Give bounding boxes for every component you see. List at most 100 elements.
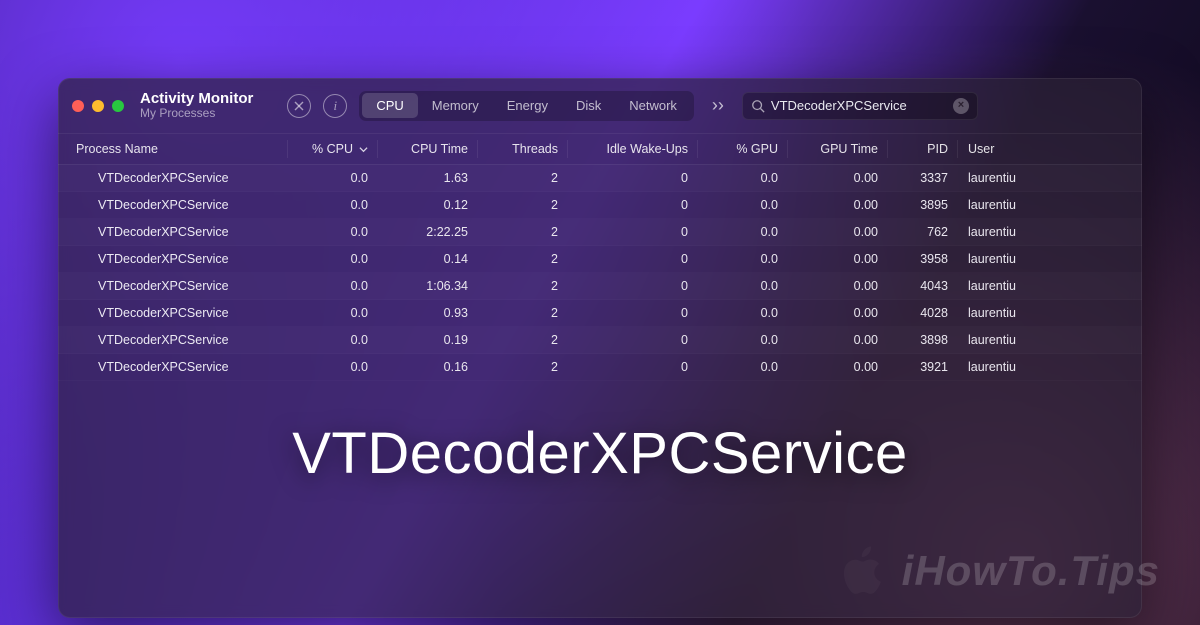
col-gpu-percent[interactable]: % GPU [698,134,788,165]
cell-name: VTDecoderXPCService [58,327,288,354]
cell-gputime: 0.00 [788,273,888,300]
table-row[interactable]: VTDecoderXPCService0.01:06.34200.00.0040… [58,273,1142,300]
cell-gpu: 0.0 [698,273,788,300]
search-icon [751,99,765,113]
cell-name: VTDecoderXPCService [58,300,288,327]
cell-idle: 0 [568,273,698,300]
cell-user: laurentiu [958,354,1142,381]
cell-cpu: 0.0 [288,246,378,273]
search-field[interactable]: × [742,92,978,120]
cell-user: laurentiu [958,192,1142,219]
cell-cpu: 0.0 [288,219,378,246]
cell-pid: 4028 [888,300,958,327]
resource-tabs: CPU Memory Energy Disk Network [359,91,694,121]
table-row[interactable]: VTDecoderXPCService0.00.19200.00.003898l… [58,327,1142,354]
cell-idle: 0 [568,192,698,219]
col-cpu-percent[interactable]: % CPU [288,134,378,165]
cell-cputime: 0.93 [378,300,478,327]
process-table: Process Name % CPU CPU Time Threads Idle… [58,134,1142,381]
cell-threads: 2 [478,273,568,300]
cell-cputime: 2:22.25 [378,219,478,246]
table-row[interactable]: VTDecoderXPCService0.00.16200.00.003921l… [58,354,1142,381]
cell-threads: 2 [478,354,568,381]
clear-search-button[interactable]: × [953,98,969,114]
window-subtitle: My Processes [140,107,253,121]
col-cpu-time[interactable]: CPU Time [378,134,478,165]
tab-network[interactable]: Network [615,93,691,118]
desktop-background: Activity Monitor My Processes i CPU Memo… [0,0,1200,625]
cell-cputime: 1:06.34 [378,273,478,300]
tab-disk[interactable]: Disk [562,93,615,118]
window-toolbar: Activity Monitor My Processes i CPU Memo… [58,78,1142,134]
cell-gpu: 0.0 [698,246,788,273]
cell-name: VTDecoderXPCService [58,273,288,300]
more-tabs-button[interactable]: ›› [706,95,730,116]
cell-cpu: 0.0 [288,327,378,354]
minimize-window-button[interactable] [92,100,104,112]
cell-gpu: 0.0 [698,192,788,219]
cell-idle: 0 [568,300,698,327]
cell-cpu: 0.0 [288,354,378,381]
table-row[interactable]: VTDecoderXPCService0.00.12200.00.003895l… [58,192,1142,219]
cell-idle: 0 [568,327,698,354]
close-window-button[interactable] [72,100,84,112]
cell-cputime: 0.12 [378,192,478,219]
chevron-down-icon [359,145,368,154]
tab-memory[interactable]: Memory [418,93,493,118]
table-row[interactable]: VTDecoderXPCService0.00.93200.00.004028l… [58,300,1142,327]
cell-user: laurentiu [958,219,1142,246]
cell-threads: 2 [478,219,568,246]
cell-idle: 0 [568,354,698,381]
table-header-row: Process Name % CPU CPU Time Threads Idle… [58,134,1142,165]
cell-cputime: 0.19 [378,327,478,354]
window-title-block: Activity Monitor My Processes [140,90,253,121]
col-user[interactable]: User [958,134,1142,165]
cell-cpu: 0.0 [288,192,378,219]
stop-process-button[interactable] [287,94,311,118]
cell-user: laurentiu [958,165,1142,192]
apple-logo-icon [836,543,892,599]
cell-gputime: 0.00 [788,165,888,192]
tab-cpu[interactable]: CPU [362,93,417,118]
cell-cputime: 0.16 [378,354,478,381]
table-row[interactable]: VTDecoderXPCService0.00.14200.00.003958l… [58,246,1142,273]
window-title: Activity Monitor [140,90,253,107]
cell-gpu: 0.0 [698,300,788,327]
cell-name: VTDecoderXPCService [58,219,288,246]
search-input[interactable] [771,98,947,113]
col-idle-wakeups[interactable]: Idle Wake-Ups [568,134,698,165]
cell-threads: 2 [478,327,568,354]
cell-cpu: 0.0 [288,300,378,327]
cell-gpu: 0.0 [698,354,788,381]
cell-gputime: 0.00 [788,219,888,246]
watermark: iHowTo.Tips [836,543,1160,599]
tab-energy[interactable]: Energy [493,93,562,118]
table-row[interactable]: VTDecoderXPCService0.01.63200.00.003337l… [58,165,1142,192]
fullscreen-window-button[interactable] [112,100,124,112]
table-row[interactable]: VTDecoderXPCService0.02:22.25200.00.0076… [58,219,1142,246]
cell-gpu: 0.0 [698,219,788,246]
cell-idle: 0 [568,246,698,273]
cell-gputime: 0.00 [788,246,888,273]
cell-name: VTDecoderXPCService [58,246,288,273]
cell-cpu: 0.0 [288,165,378,192]
cell-name: VTDecoderXPCService [58,165,288,192]
cell-pid: 3921 [888,354,958,381]
cell-gpu: 0.0 [698,165,788,192]
cell-cpu: 0.0 [288,273,378,300]
cell-threads: 2 [478,246,568,273]
info-button[interactable]: i [323,94,347,118]
cell-user: laurentiu [958,327,1142,354]
cell-pid: 3337 [888,165,958,192]
cell-idle: 0 [568,165,698,192]
col-process-name[interactable]: Process Name [58,134,288,165]
col-gpu-time[interactable]: GPU Time [788,134,888,165]
cell-user: laurentiu [958,246,1142,273]
cell-cputime: 0.14 [378,246,478,273]
cell-threads: 2 [478,192,568,219]
cell-threads: 2 [478,165,568,192]
col-pid[interactable]: PID [888,134,958,165]
cell-name: VTDecoderXPCService [58,354,288,381]
overlay-headline: VTDecoderXPCService [0,420,1200,487]
col-threads[interactable]: Threads [478,134,568,165]
